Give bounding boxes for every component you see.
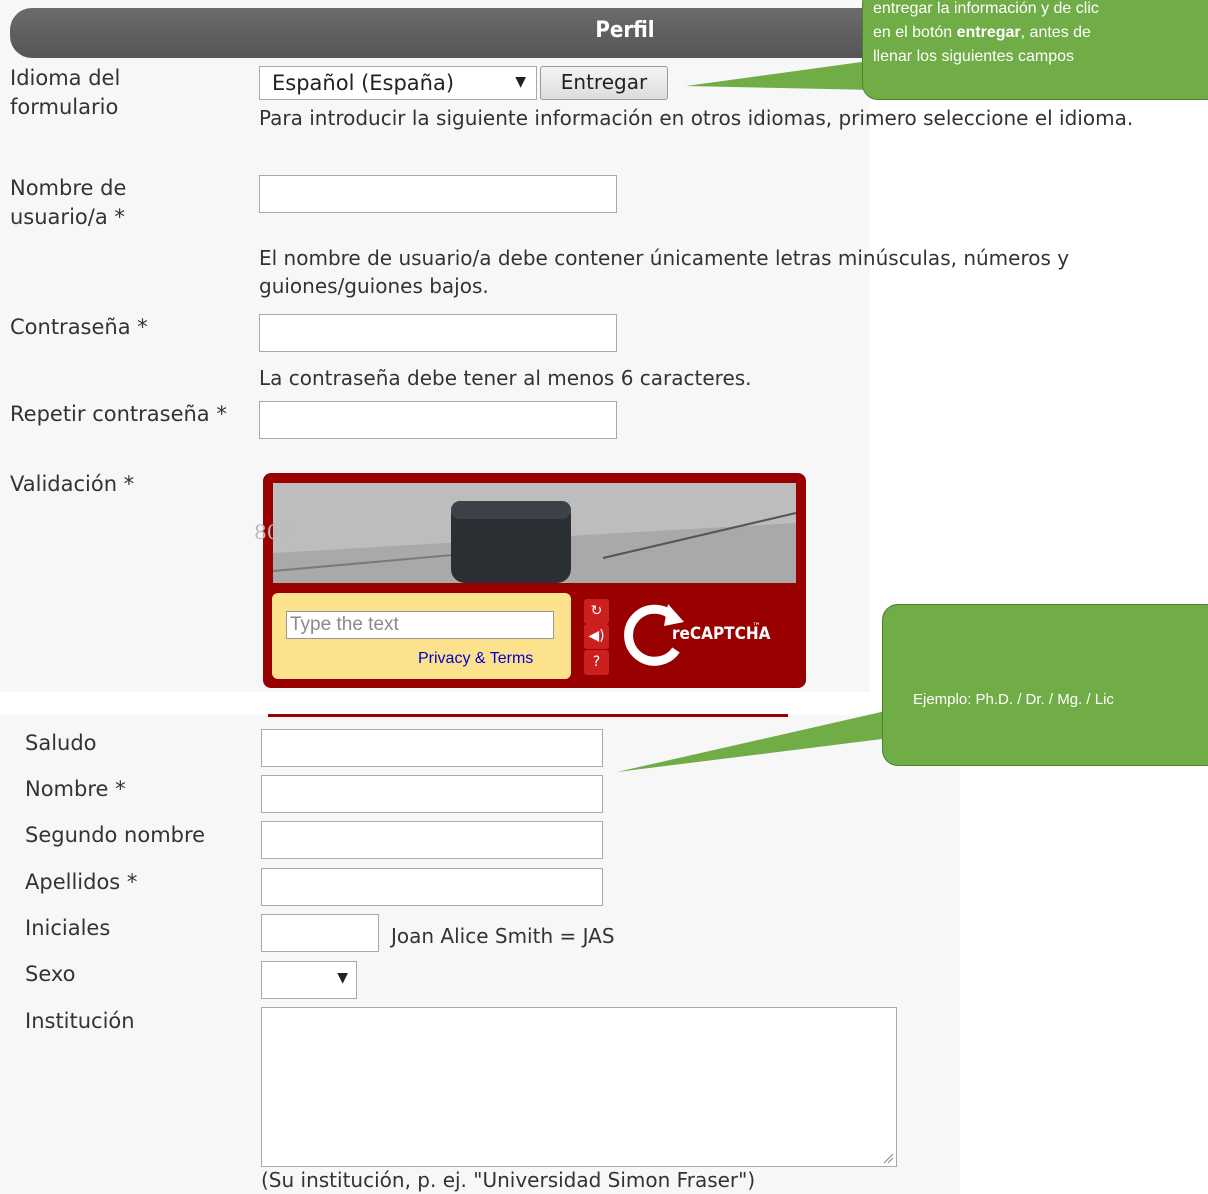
captcha-text-input[interactable]: Type the text [286,611,554,639]
username-hint: El nombre de usuario/a debe contener úni… [259,246,1070,298]
gender-label: Sexo [25,962,76,986]
last-name-input[interactable] [261,868,603,906]
privacy-terms-link[interactable]: Privacy & Terms [418,650,533,668]
help-icon[interactable]: ? [584,650,609,675]
first-name-label: Nombre * [25,777,126,801]
section-header [10,8,1010,58]
callout-pointer-middle [617,710,890,772]
institution-textarea[interactable] [261,1007,897,1167]
callout-line-3: llenar los siguientes campos [873,48,1074,65]
salutation-label: Saludo [25,731,97,755]
middle-name-input[interactable] [261,821,603,859]
audio-icon[interactable]: ◀) [584,624,609,649]
username-label: Nombre de usuario/a * [10,176,127,229]
password-hint: La contraseña debe tener al menos 6 cara… [259,366,752,390]
recaptcha-logo-prefix: Re [650,630,665,642]
language-label: Idioma del formulario [10,66,121,119]
initials-example: Joan Alice Smith = JAS [391,924,615,948]
submit-language-button[interactable]: Entregar [540,66,668,100]
page-title: Perfil [595,18,655,43]
validation-label: Validación * [10,472,135,496]
repeat-password-label: Repetir contraseña * [10,402,227,426]
refresh-icon[interactable]: ↻ [584,599,609,624]
password-label: Contraseña * [10,315,148,339]
callout-instructions: entregar la información y de clic en el … [862,0,1208,100]
resize-handle-icon[interactable] [882,1152,894,1164]
first-name-input[interactable] [261,775,603,813]
initials-input[interactable] [261,914,379,952]
initials-label: Iniciales [25,916,111,940]
salutation-input[interactable] [261,729,603,767]
captcha-image [273,483,796,583]
callout-line-1: entregar la información y de clic [873,0,1099,17]
dropdown-arrow-icon: ▼ [337,970,348,986]
institution-hint: (Su institución, p. ej. "Universidad Sim… [261,1168,756,1192]
middle-name-label: Segundo nombre [25,823,206,847]
dropdown-arrow-icon: ▼ [515,74,526,90]
username-input[interactable] [259,175,617,213]
gender-select[interactable]: ▼ [261,961,357,999]
captcha-image-text: 807 [254,520,293,544]
repeat-password-input[interactable] [259,401,617,439]
language-select-value: Español (España) [272,71,455,95]
captcha-photo [273,483,796,583]
last-name-label: Apellidos * [25,870,138,894]
institution-label: Institución [25,1009,135,1033]
callout-salutation-example: Ejemplo: Ph.D. / Dr. / Mg. / Lic [882,604,1208,766]
language-select[interactable]: Español (España) ▼ [259,66,537,100]
callout-line-2: en el botón entregar, antes de [873,24,1091,41]
password-input[interactable] [259,314,617,352]
language-hint: Para introducir la siguiente información… [259,106,1134,130]
recaptcha-trademark: ™ [752,622,761,632]
callout-pointer-top [686,60,876,90]
